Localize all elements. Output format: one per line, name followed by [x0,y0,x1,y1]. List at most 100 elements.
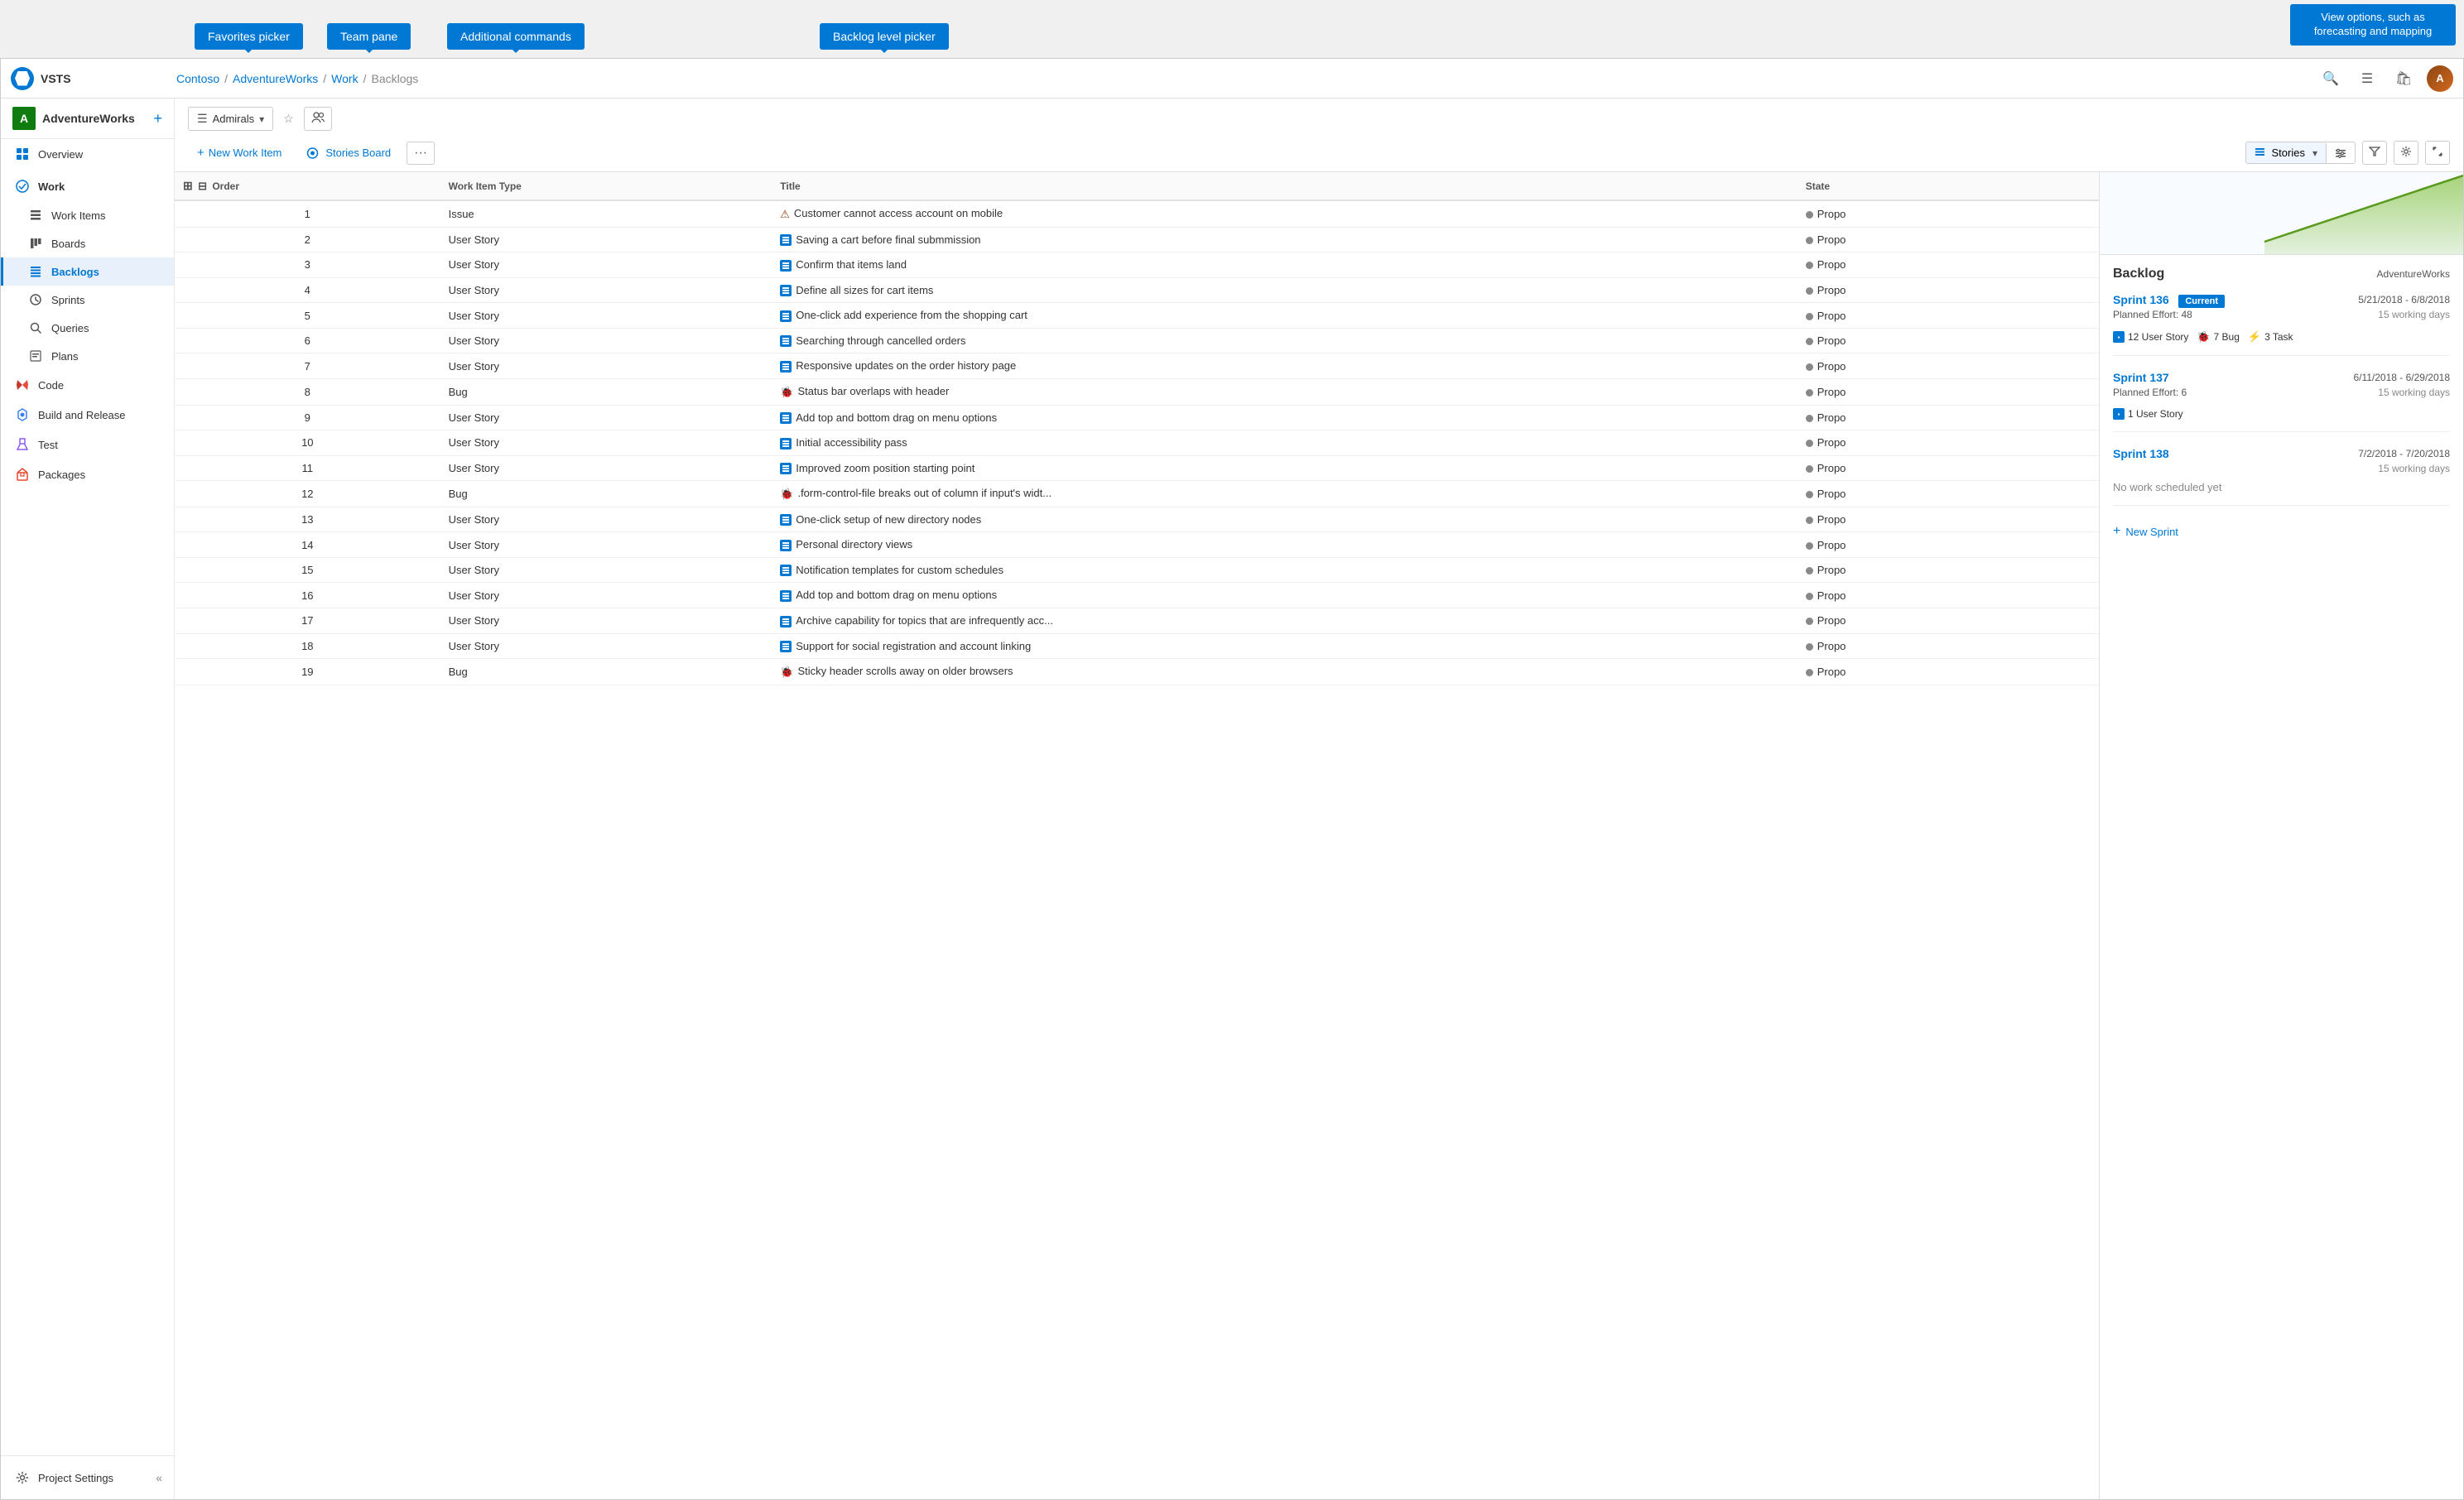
sidebar-item-project-settings[interactable]: Project Settings « [1,1463,174,1493]
table-row[interactable]: 1Issue⚠Customer cannot access account on… [175,200,2099,227]
burndown-chart [2100,172,2463,255]
filter-button[interactable] [2362,141,2387,165]
sidebar-item-backlogs[interactable]: Backlogs [1,257,174,286]
sprint-138-name[interactable]: Sprint 138 [2113,447,2169,460]
sprint-136-name[interactable]: Sprint 136 [2113,293,2169,306]
list-button[interactable]: ☰ [2354,65,2380,92]
sidebar-build-release-label: Build and Release [38,409,126,421]
row-title[interactable]: One-click add experience from the shoppi… [772,303,1797,329]
row-type: User Story [440,608,772,634]
column-options-button[interactable] [2327,143,2355,163]
row-title[interactable]: Archive capability for topics that are i… [772,608,1797,634]
sprint-136-name-area: Sprint 136 Current [2113,293,2225,306]
row-title[interactable]: Responsive updates on the order history … [772,353,1797,379]
sidebar-packages-label: Packages [38,469,85,481]
stories-board-button[interactable]: Stories Board [297,142,400,164]
sidebar-item-build-release[interactable]: Build and Release [1,400,174,430]
table-row[interactable]: 6User StorySearching through cancelled o… [175,328,2099,353]
row-order: 13 [175,507,440,532]
overview-icon [15,147,30,161]
search-button[interactable]: 🔍 [2317,65,2344,92]
sidebar-item-boards[interactable]: Boards [1,229,174,257]
sidebar-boards-label: Boards [51,238,85,250]
row-title[interactable]: Add top and bottom drag on menu options [772,405,1797,430]
avatar[interactable]: A [2427,65,2453,92]
breadcrumb-work[interactable]: Work [331,72,358,85]
more-actions-button[interactable]: ··· [407,142,435,165]
sprint-136-dates: 5/21/2018 - 6/8/2018 [2358,294,2450,305]
row-title[interactable]: 🐞Sticky header scrolls away on older bro… [772,659,1797,685]
table-row[interactable]: 19Bug🐞Sticky header scrolls away on olde… [175,659,2099,685]
table-row[interactable]: 10User StoryInitial accessibility passPr… [175,430,2099,456]
table-row[interactable]: 7User StoryResponsive updates on the ord… [175,353,2099,379]
row-title[interactable]: Personal directory views [772,532,1797,558]
row-order: 1 [175,200,440,227]
row-title[interactable]: 🐞.form-control-file breaks out of column… [772,481,1797,507]
row-title[interactable]: Improved zoom position starting point [772,455,1797,481]
new-work-item-button[interactable]: + New Work Item [188,141,291,165]
sidebar-item-packages[interactable]: Packages [1,459,174,489]
table-row[interactable]: 11User StoryImproved zoom position start… [175,455,2099,481]
row-title[interactable]: Saving a cart before final submmission [772,227,1797,252]
row-title[interactable]: One-click setup of new directory nodes [772,507,1797,532]
table-row[interactable]: 2User StorySaving a cart before final su… [175,227,2099,252]
row-state: Propo [1797,532,2099,558]
table-row[interactable]: 15User StoryNotification templates for c… [175,557,2099,583]
team-selector[interactable]: ☰ Admirals ▾ [188,107,273,131]
sidebar-item-plans[interactable]: Plans [1,342,174,370]
breadcrumb-adventureworks[interactable]: AdventureWorks [233,72,318,85]
row-title[interactable]: Support for social registration and acco… [772,633,1797,659]
row-title[interactable]: ⚠Customer cannot access account on mobil… [772,200,1797,227]
bag-button[interactable]: 🛍 [2390,65,2417,92]
table-row[interactable]: 14User StoryPersonal directory viewsProp… [175,532,2099,558]
row-type: Bug [440,378,772,405]
sprint-137-name[interactable]: Sprint 137 [2113,371,2169,384]
row-title[interactable]: Confirm that items land [772,252,1797,278]
table-row[interactable]: 17User StoryArchive capability for topic… [175,608,2099,634]
table-row[interactable]: 4User StoryDefine all sizes for cart ite… [175,277,2099,303]
table-row[interactable]: 5User StoryOne-click add experience from… [175,303,2099,329]
table-row[interactable]: 9User StoryAdd top and bottom drag on me… [175,405,2099,430]
table-row[interactable]: 12Bug🐞.form-control-file breaks out of c… [175,481,2099,507]
sidebar-item-work-items[interactable]: Work Items [1,201,174,229]
sidebar-overview-label: Overview [38,148,83,161]
row-title[interactable]: Searching through cancelled orders [772,328,1797,353]
sprint-137-header-row: Sprint 137 6/11/2018 - 6/29/2018 [2113,371,2450,384]
breadcrumb-contoso[interactable]: Contoso [176,72,219,85]
new-sprint-button[interactable]: + New Sprint [2113,521,2178,542]
col-header-state: State [1797,172,2099,200]
favorites-star-button[interactable]: ☆ [280,108,297,129]
row-title[interactable]: Add top and bottom drag on menu options [772,583,1797,608]
row-title[interactable]: Initial accessibility pass [772,430,1797,456]
row-state: Propo [1797,608,2099,634]
sidebar-item-queries[interactable]: Queries [1,314,174,342]
row-title[interactable]: Notification templates for custom schedu… [772,557,1797,583]
sidebar-item-sprints[interactable]: Sprints [1,286,174,314]
col-header-title: Title [772,172,1797,200]
expand-button[interactable] [2425,141,2450,165]
add-project-button[interactable]: + [153,111,162,126]
team-members-button[interactable] [304,107,332,131]
sprint-137-days: 15 working days [2378,387,2450,403]
table-row[interactable]: 3User StoryConfirm that items landPropo [175,252,2099,278]
content-header: ☰ Admirals ▾ ☆ [175,99,2463,172]
row-order: 17 [175,608,440,634]
settings-button[interactable] [2394,141,2418,165]
table-row[interactable]: 8Bug🐞Status bar overlaps with headerProp… [175,378,2099,405]
table-row[interactable]: 13User StoryOne-click setup of new direc… [175,507,2099,532]
table-row[interactable]: 18User StorySupport for social registrat… [175,633,2099,659]
row-title[interactable]: Define all sizes for cart items [772,277,1797,303]
sidebar-item-overview[interactable]: Overview [1,139,174,169]
row-state: Propo [1797,252,2099,278]
sidebar-item-code[interactable]: Code [1,370,174,400]
row-title[interactable]: 🐞Status bar overlaps with header [772,378,1797,405]
sprint-138-meta: 15 working days [2113,463,2450,474]
sidebar-item-test[interactable]: Test [1,430,174,459]
backlog-table-area[interactable]: ⊞ ⊟ Order Work Item Type Title State 1Is… [175,172,2099,1499]
project-settings-label: Project Settings [38,1472,113,1484]
row-order: 19 [175,659,440,685]
table-row[interactable]: 16User StoryAdd top and bottom drag on m… [175,583,2099,608]
sidebar-item-work[interactable]: Work [1,169,174,201]
stories-view-button[interactable]: Stories ▾ [2246,142,2327,163]
main-layout: A AdventureWorks + Overview [1,99,2463,1499]
